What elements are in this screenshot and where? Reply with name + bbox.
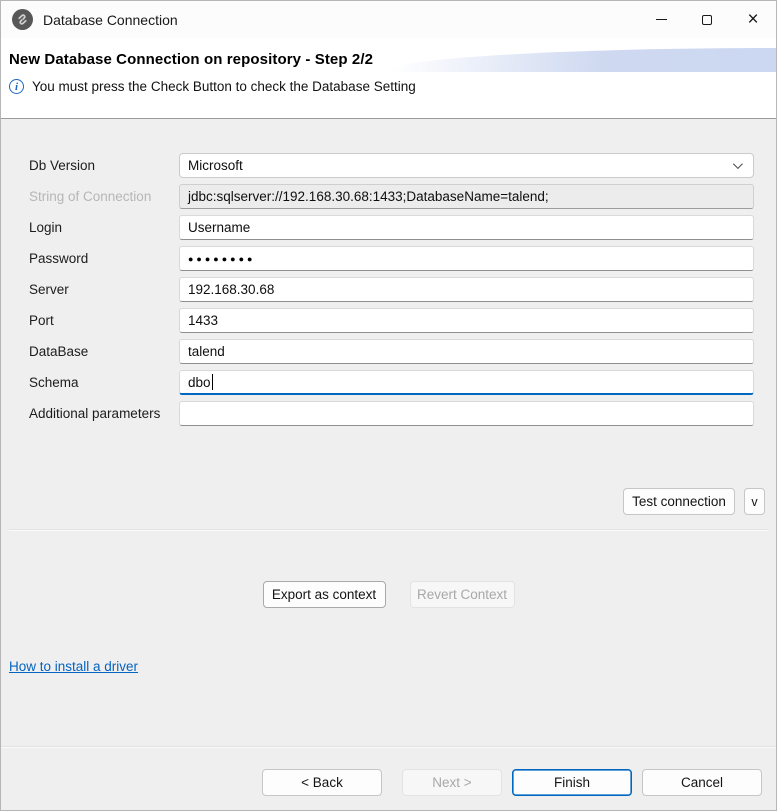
context-buttons-group: Export as context Revert Context bbox=[1, 581, 776, 608]
wizard-banner: New Database Connection on repository - … bbox=[1, 38, 776, 119]
form-row-db-version: Db Version Microsoft bbox=[29, 153, 754, 178]
info-message: i You must press the Check Button to che… bbox=[9, 79, 776, 94]
page-title: New Database Connection on repository - … bbox=[1, 38, 776, 68]
schema-field[interactable]: dbo bbox=[179, 370, 754, 395]
revert-context-button: Revert Context bbox=[410, 581, 515, 608]
maximize-button[interactable] bbox=[684, 1, 730, 38]
next-button: Next > bbox=[402, 769, 502, 796]
form-row-database: DataBase talend bbox=[29, 339, 754, 364]
export-as-context-button[interactable]: Export as context bbox=[263, 581, 386, 608]
info-icon: i bbox=[9, 79, 24, 94]
password-field[interactable]: ●●●●●●●● bbox=[179, 246, 754, 271]
wizard-button-bar: < Back Next > Finish Cancel bbox=[262, 769, 762, 796]
test-connection-button[interactable]: Test connection bbox=[623, 488, 735, 515]
how-to-install-driver-link[interactable]: How to install a driver bbox=[9, 659, 138, 674]
minimize-icon bbox=[656, 19, 667, 20]
connection-string-label: String of Connection bbox=[29, 189, 179, 204]
cancel-button[interactable]: Cancel bbox=[642, 769, 762, 796]
connection-form: Db Version Microsoft String of Connectio… bbox=[1, 153, 776, 432]
window-controls: × bbox=[638, 1, 776, 38]
database-value: talend bbox=[188, 344, 225, 359]
form-row-schema: Schema dbo bbox=[29, 370, 754, 395]
db-version-label: Db Version bbox=[29, 158, 179, 173]
window-title: Database Connection bbox=[43, 12, 178, 28]
chevron-down-icon bbox=[733, 159, 743, 169]
additional-parameters-label: Additional parameters bbox=[29, 406, 179, 421]
main-content: Db Version Microsoft String of Connectio… bbox=[1, 120, 776, 810]
server-field[interactable]: 192.168.30.68 bbox=[179, 277, 754, 302]
separator bbox=[9, 529, 768, 531]
separator bbox=[1, 746, 776, 748]
password-label: Password bbox=[29, 251, 179, 266]
database-label: DataBase bbox=[29, 344, 179, 359]
server-value: 192.168.30.68 bbox=[188, 282, 274, 297]
maximize-icon bbox=[702, 15, 712, 25]
database-field[interactable]: talend bbox=[179, 339, 754, 364]
back-button[interactable]: < Back bbox=[262, 769, 382, 796]
form-row-connection-string: String of Connection jdbc:sqlserver://19… bbox=[29, 184, 754, 209]
close-button[interactable]: × bbox=[730, 1, 776, 38]
text-cursor bbox=[212, 374, 214, 390]
form-row-port: Port 1433 bbox=[29, 308, 754, 333]
form-row-password: Password ●●●●●●●● bbox=[29, 246, 754, 271]
minimize-button[interactable] bbox=[638, 1, 684, 38]
additional-parameters-field[interactable] bbox=[179, 401, 754, 426]
login-field[interactable]: Username bbox=[179, 215, 754, 240]
connection-string-value: jdbc:sqlserver://192.168.30.68:1433;Data… bbox=[188, 189, 549, 204]
close-icon: × bbox=[747, 10, 758, 29]
login-value: Username bbox=[188, 220, 250, 235]
form-row-additional-parameters: Additional parameters bbox=[29, 401, 754, 426]
port-field[interactable]: 1433 bbox=[179, 308, 754, 333]
form-row-server: Server 192.168.30.68 bbox=[29, 277, 754, 302]
port-value: 1433 bbox=[188, 313, 218, 328]
schema-value: dbo bbox=[188, 375, 211, 390]
title-bar: Database Connection × bbox=[1, 1, 776, 38]
form-row-login: Login Username bbox=[29, 215, 754, 240]
password-masked-value: ●●●●●●●● bbox=[188, 254, 256, 264]
login-label: Login bbox=[29, 220, 179, 235]
port-label: Port bbox=[29, 313, 179, 328]
db-version-value: Microsoft bbox=[188, 158, 243, 173]
test-connection-group: Test connection v bbox=[623, 488, 765, 515]
finish-button[interactable]: Finish bbox=[512, 769, 632, 796]
database-connection-dialog: Database Connection × New Database Conne… bbox=[0, 0, 777, 811]
connection-string-field: jdbc:sqlserver://192.168.30.68:1433;Data… bbox=[179, 184, 754, 209]
db-version-select[interactable]: Microsoft bbox=[179, 153, 754, 178]
info-text: You must press the Check Button to check… bbox=[32, 79, 416, 94]
database-connection-icon bbox=[12, 9, 33, 30]
schema-label: Schema bbox=[29, 375, 179, 390]
test-connection-dropdown-button[interactable]: v bbox=[744, 488, 765, 515]
server-label: Server bbox=[29, 282, 179, 297]
